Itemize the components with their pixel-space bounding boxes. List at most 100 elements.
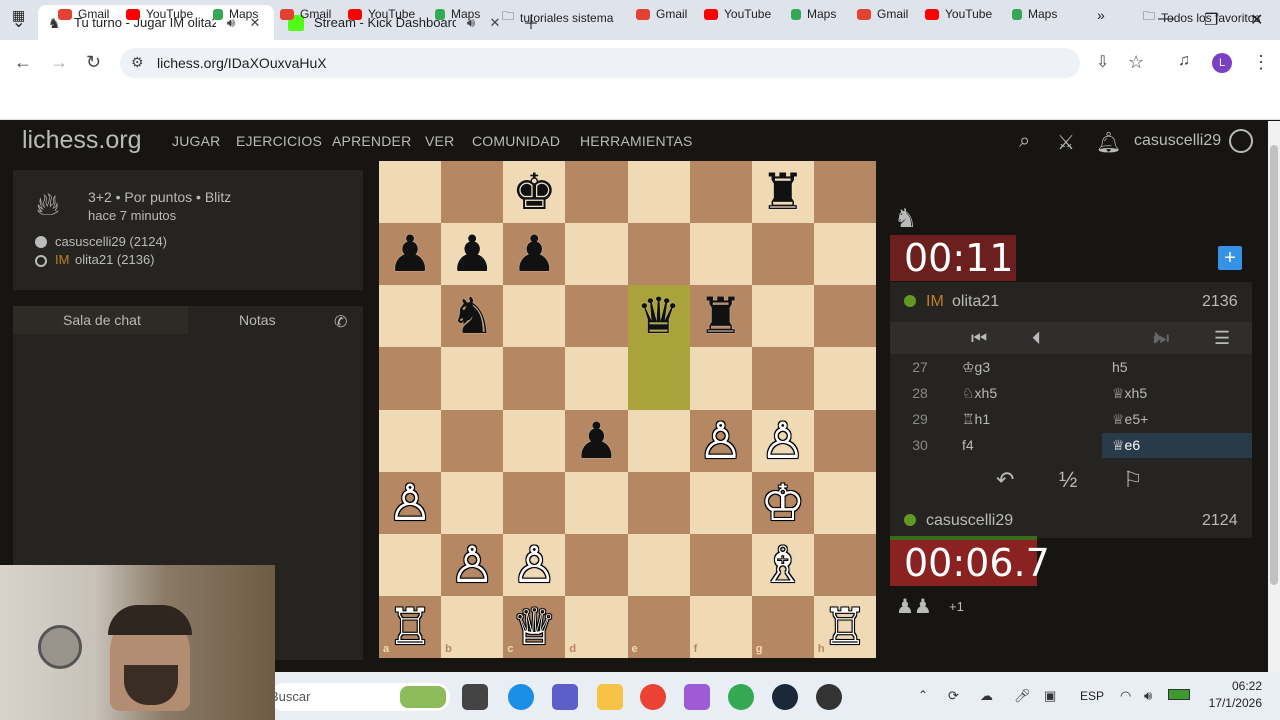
volume-icon[interactable]: 🔊︎ [1144,688,1152,704]
square-a4[interactable] [379,409,442,472]
back-icon[interactable]: ← [14,52,32,73]
square-a5[interactable] [379,347,442,410]
display-icon[interactable]: ▣ [1044,688,1056,704]
piece-b2[interactable]: ♙ [441,534,503,596]
square-b3[interactable] [441,471,504,534]
site-logo[interactable]: lichess.org [22,126,142,155]
opponent-name[interactable]: olita21 [952,293,999,311]
piece-a1[interactable]: ♖ [379,596,441,658]
move-white[interactable]: f4 [962,437,974,453]
edge-icon[interactable] [508,684,534,710]
bookmark-folder-tutoriales[interactable]: 🗀 tutoriales sistema [502,7,613,28]
nav-comunidad[interactable]: COMUNIDAD [472,133,560,149]
bookmark-youtube[interactable]: YouTube [704,7,771,21]
square-e7[interactable] [627,223,690,286]
clock-date[interactable]: 17/1/2026 [1198,696,1262,710]
bookmark-maps[interactable]: Maps [435,7,480,21]
square-e8[interactable] [627,161,690,224]
bookmark-youtube[interactable]: YouTube [925,7,992,21]
more-bookmarks-icon[interactable]: » [1097,7,1105,23]
menu-kebab-icon[interactable]: ⋮ [1252,52,1270,73]
square-e5[interactable] [627,347,690,410]
user-avatar-icon[interactable] [1229,129,1253,153]
piece-b7[interactable]: ♟ [441,223,503,285]
nav-ver[interactable]: VER [425,133,454,149]
bookmark-gmail[interactable]: Gmail [636,7,687,21]
piece-f4[interactable]: ♙ [690,410,752,472]
piece-b6[interactable]: ♞ [441,285,503,347]
piece-g4[interactable]: ♙ [752,410,814,472]
install-app-icon[interactable]: ⇩ [1096,52,1109,72]
square-g7[interactable] [751,223,814,286]
nav-ejercicios[interactable]: EJERCICIOS [236,133,322,149]
media-control-icon[interactable]: ♫ [1178,52,1190,70]
square-f5[interactable] [689,347,752,410]
square-g5[interactable] [751,347,814,410]
piece-a7[interactable]: ♟ [379,223,441,285]
sync-icon[interactable]: ⟳ [948,688,959,704]
square-b5[interactable] [441,347,504,410]
bookmark-gmail[interactable]: Gmail [58,7,109,21]
piece-g8[interactable]: ♜ [752,161,814,223]
bookmark-maps[interactable]: Maps [1012,7,1057,21]
square-c4[interactable] [503,409,566,472]
move-white[interactable]: ♘xh5 [962,385,997,402]
piece-c7[interactable]: ♟ [503,223,565,285]
square-f8[interactable] [689,161,752,224]
mic-icon[interactable]: 🎤︎ [1014,688,1031,704]
piece-g3[interactable]: ♔ [752,472,814,534]
square-a2[interactable] [379,533,442,596]
bookmark-star-icon[interactable]: ☆ [1128,52,1144,73]
tab-notes[interactable]: Notas [239,312,276,328]
piece-c1[interactable]: ♕ [503,596,565,658]
square-b4[interactable] [441,409,504,472]
square-f7[interactable] [689,223,752,286]
menu-icon[interactable]: ☰ [1214,328,1230,349]
move-black[interactable]: ♕xh5 [1112,385,1147,402]
obs-icon[interactable] [816,684,842,710]
bookmark-maps[interactable]: Maps [213,7,258,21]
square-b8[interactable] [441,161,504,224]
nav-herramientas[interactable]: HERRAMIENTAS [580,133,693,149]
language-indicator[interactable]: ESP [1080,689,1104,703]
square-d6[interactable] [565,285,628,348]
nav-jugar[interactable]: JUGAR [172,133,220,149]
piece-a3[interactable]: ♙ [379,472,441,534]
bookmark-maps[interactable]: Maps [791,7,836,21]
move-black[interactable]: h5 [1112,359,1128,375]
player-name[interactable]: casuscelli29 [926,512,1013,530]
square-f3[interactable] [689,471,752,534]
square-c6[interactable] [503,285,566,348]
resign-flag-icon[interactable]: ⚐ [1123,467,1143,493]
move-black[interactable]: ♕e5+ [1112,411,1148,428]
piece-f6[interactable]: ♜ [690,285,752,347]
square-d7[interactable] [565,223,628,286]
square-d8[interactable] [565,161,628,224]
piece-c8[interactable]: ♚ [503,161,565,223]
piece-h1[interactable]: ♖ [814,596,876,658]
square-g6[interactable] [751,285,814,348]
bookmark-youtube[interactable]: YouTube [126,7,193,21]
clock-time[interactable]: 06:22 [1220,679,1262,693]
profile-avatar[interactable]: L [1212,53,1232,73]
task-view-icon[interactable] [462,684,488,710]
bell-icon[interactable]: 🔔︎ [1096,130,1121,155]
battery-icon[interactable] [1168,689,1190,700]
steam-icon[interactable] [772,684,798,710]
square-e2[interactable] [627,533,690,596]
teams-icon[interactable] [552,684,578,710]
user-menu[interactable]: casuscelli29 [1134,132,1221,150]
swords-icon[interactable]: ⚔ [1057,130,1075,155]
move-white[interactable]: ♔g3 [962,359,990,376]
takeback-icon[interactable]: ↶ [996,467,1014,493]
white-player[interactable]: casuscelli29 (2124) [55,234,167,249]
piece-e6[interactable]: ♛ [628,285,690,347]
chat-phone-icon[interactable]: ✆ [334,312,347,332]
square-a8[interactable] [379,161,442,224]
forward-icon[interactable]: → [50,52,68,73]
move-black-current[interactable]: ♕e6 [1112,437,1140,454]
previous-move-icon[interactable]: ⏴ [1032,328,1041,349]
black-player[interactable]: olita21 (2136) [75,252,155,267]
file-explorer-icon[interactable] [597,684,623,710]
bookmark-gmail[interactable]: Gmail [280,7,331,21]
